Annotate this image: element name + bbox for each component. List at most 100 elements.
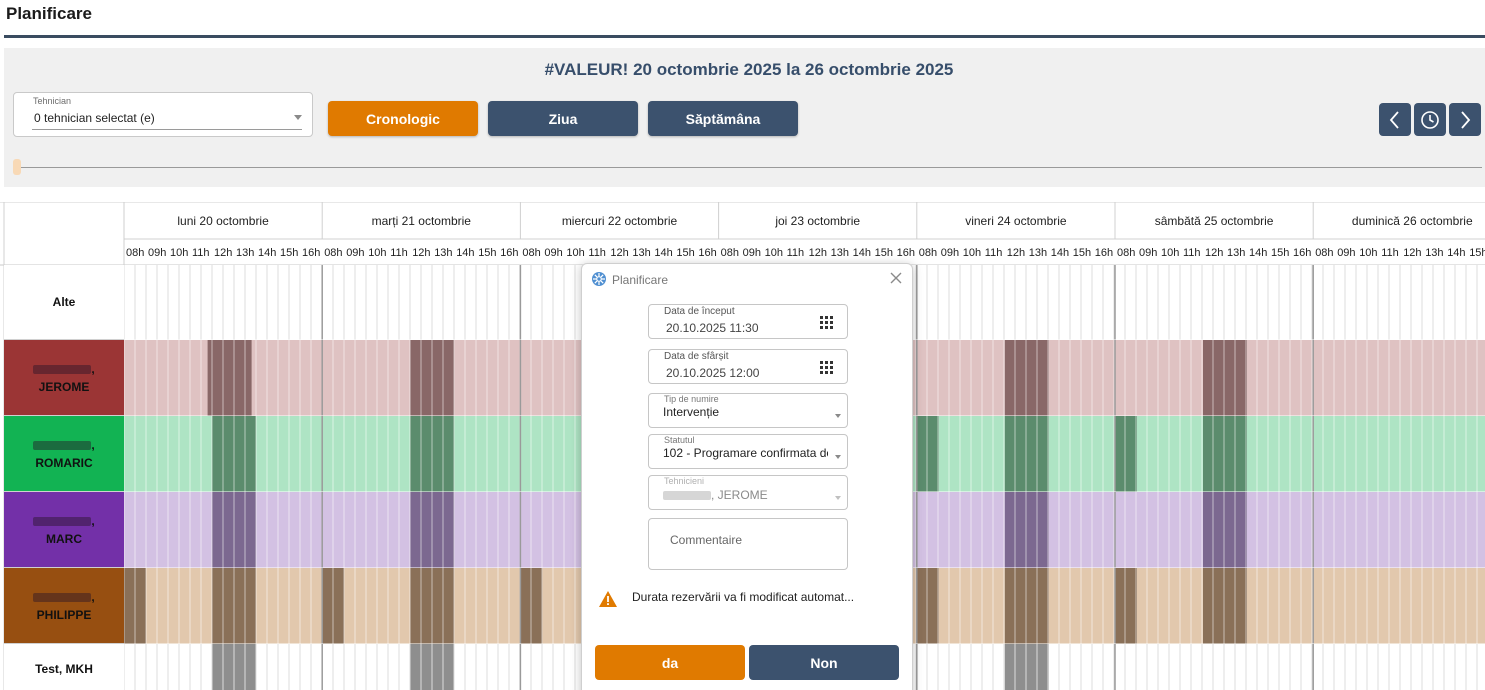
date-range-title: #VALEUR! 20 octombrie 2025 la 26 octombr… bbox=[544, 60, 954, 79]
end-date-field[interactable]: Data de sfârșit 20.10.2025 12:00 bbox=[648, 349, 848, 384]
booked-slot[interactable] bbox=[1004, 492, 1049, 568]
timeline-slider-thumb[interactable] bbox=[13, 159, 21, 175]
today-button[interactable] bbox=[1414, 103, 1446, 136]
appointment-type-label: Tip de numire bbox=[664, 394, 719, 404]
booked-slot[interactable] bbox=[1203, 340, 1247, 416]
hour-label: 12h bbox=[809, 247, 827, 259]
appointment-type-select[interactable]: Tip de numire Intervenție bbox=[648, 393, 848, 428]
day-header: duminică 26 octombrie bbox=[1352, 214, 1473, 228]
hour-label: 08h bbox=[919, 247, 937, 259]
booked-slot[interactable] bbox=[916, 416, 939, 492]
technicians-value: , JEROME bbox=[663, 488, 828, 502]
booked-slot[interactable] bbox=[1203, 416, 1247, 492]
technician-first-line: , bbox=[33, 588, 95, 606]
hour-label: 13h bbox=[236, 247, 254, 259]
hour-label: 16h bbox=[897, 247, 915, 259]
booked-slot[interactable] bbox=[1115, 568, 1137, 644]
hour-label: 11h bbox=[985, 247, 1003, 259]
hour-label: 09h bbox=[346, 247, 364, 259]
hour-label: 12h bbox=[412, 247, 430, 259]
start-date-field[interactable]: Data de început 20.10.2025 11:30 bbox=[648, 304, 848, 339]
day-header: sâmbătă 25 octombrie bbox=[1155, 214, 1274, 228]
next-week-button[interactable] bbox=[1449, 103, 1481, 136]
booked-slot[interactable] bbox=[1203, 568, 1247, 644]
technician-last-name: MARC bbox=[46, 531, 82, 546]
end-date-value: 20.10.2025 12:00 bbox=[666, 366, 760, 380]
chevron-down-icon bbox=[835, 455, 841, 459]
clock-icon bbox=[1421, 110, 1439, 129]
hour-label: 15h bbox=[875, 247, 893, 259]
no-button[interactable]: Non bbox=[749, 645, 899, 680]
technician-last-name: ROMARIC bbox=[35, 455, 93, 470]
hour-label: 08h bbox=[126, 247, 144, 259]
hour-label: 12h bbox=[214, 247, 232, 259]
technician-name: Alte bbox=[53, 293, 76, 311]
technician-select[interactable]: Tehnician 0 tehnician selectat (e) bbox=[13, 92, 313, 137]
status-select[interactable]: Statutul 102 - Programare confirmata de … bbox=[648, 434, 848, 469]
status-value: 102 - Programare confirmata de client bbox=[663, 446, 828, 460]
redacted-name bbox=[33, 516, 92, 526]
day-header: joi 23 octombrie bbox=[774, 214, 860, 228]
hour-label: 14h bbox=[1051, 247, 1069, 259]
hour-label: 10h bbox=[368, 247, 386, 259]
booked-slot[interactable] bbox=[1004, 568, 1049, 644]
timeline-slider-track[interactable] bbox=[16, 167, 1482, 168]
hour-label: 14h bbox=[654, 247, 672, 259]
technician-row-label: Test, MKH bbox=[4, 644, 124, 690]
warning-text: Durata rezervării va fi modificat automa… bbox=[632, 590, 855, 604]
previous-week-button[interactable] bbox=[1379, 103, 1411, 136]
booked-slot[interactable] bbox=[1004, 416, 1049, 492]
planning-dialog: Planificare Data de început 20.10.2025 1… bbox=[581, 263, 913, 690]
hour-label: 11h bbox=[1381, 247, 1399, 259]
hour-label: 14h bbox=[853, 247, 871, 259]
hour-label: 15h bbox=[280, 247, 298, 259]
hour-label: 10h bbox=[566, 247, 584, 259]
technician-select-value: 0 tehnician selectat (e) bbox=[34, 111, 155, 125]
hour-label: 08h bbox=[721, 247, 739, 259]
chevron-right-icon bbox=[1461, 110, 1471, 129]
calendar-icon[interactable] bbox=[820, 316, 833, 329]
day-header: vineri 24 octombrie bbox=[965, 214, 1067, 228]
start-date-label: Data de început bbox=[664, 306, 735, 317]
app-logo-icon bbox=[592, 272, 606, 286]
hour-label: 15h bbox=[1271, 247, 1289, 259]
day-view-button[interactable]: Ziua bbox=[488, 101, 638, 136]
hour-label: 13h bbox=[434, 247, 452, 259]
chronological-view-button[interactable]: Cronologic bbox=[328, 101, 478, 136]
hour-label: 11h bbox=[390, 247, 408, 259]
technician-row-label: , MARC bbox=[4, 492, 124, 568]
close-icon[interactable] bbox=[888, 270, 904, 286]
booked-slot[interactable] bbox=[1004, 644, 1049, 690]
warning-message: Durata rezervării va fi modificat automa… bbox=[598, 590, 898, 610]
start-date-value: 20.10.2025 11:30 bbox=[666, 321, 759, 335]
name-separator: , bbox=[91, 361, 95, 376]
week-view-button[interactable]: Săptămâna bbox=[648, 101, 798, 136]
technician-name: , MARC bbox=[33, 512, 95, 548]
comment-field[interactable]: Commentaire bbox=[648, 518, 848, 570]
technician-row-label: , ROMARIC bbox=[4, 416, 124, 492]
name-separator: , bbox=[91, 589, 95, 604]
booked-slot[interactable] bbox=[1004, 340, 1049, 416]
hour-label: 16h bbox=[1293, 247, 1311, 259]
booked-slot[interactable] bbox=[1203, 492, 1247, 568]
hour-label: 16h bbox=[1095, 247, 1113, 259]
technicians-select: Tehnicieni , JEROME bbox=[648, 475, 848, 510]
technician-last-name: Alte bbox=[52, 295, 76, 309]
hour-label: 15h bbox=[478, 247, 496, 259]
hour-label: 10h bbox=[1161, 247, 1179, 259]
hour-label: 15h bbox=[1073, 247, 1091, 259]
yes-button[interactable]: da bbox=[595, 645, 745, 680]
redacted-name bbox=[663, 491, 711, 501]
hour-label: 09h bbox=[1139, 247, 1157, 259]
appointment-type-value: Intervenție bbox=[663, 405, 720, 419]
comment-placeholder: Commentaire bbox=[670, 533, 743, 547]
hour-label: 11h bbox=[588, 247, 606, 259]
calendar-icon[interactable] bbox=[820, 361, 833, 374]
booked-slot[interactable] bbox=[1115, 416, 1137, 492]
day-header: miercuri 22 octombrie bbox=[562, 214, 678, 228]
redacted-name bbox=[33, 364, 92, 374]
booked-slot[interactable] bbox=[916, 568, 939, 644]
technician-row-label: , JEROME bbox=[4, 340, 124, 416]
status-label: Statutul bbox=[664, 435, 695, 445]
title-divider bbox=[4, 35, 1485, 38]
